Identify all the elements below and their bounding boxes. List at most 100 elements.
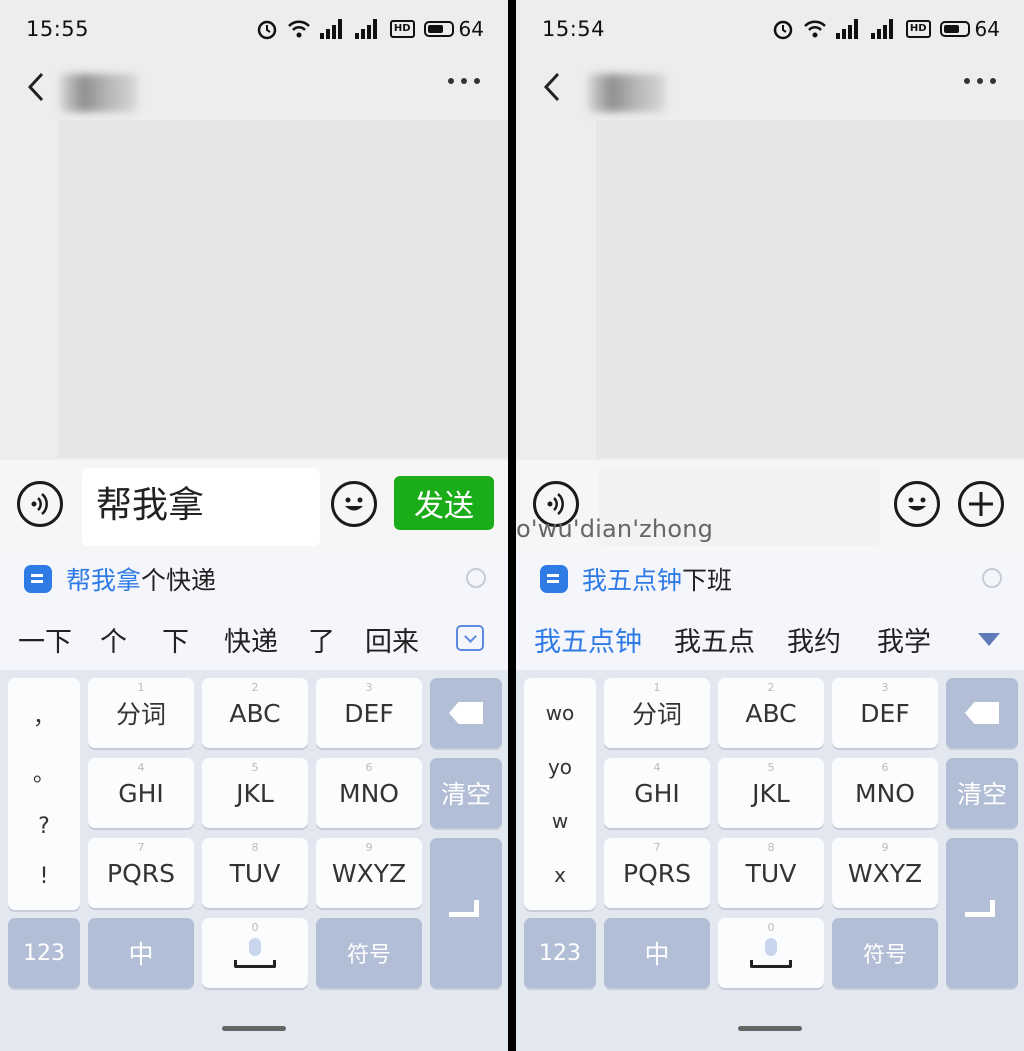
chat-title-bar bbox=[0, 58, 508, 118]
candidate-word[interactable]: 一下 bbox=[0, 620, 72, 659]
clear-key[interactable]: 清空 bbox=[946, 758, 1018, 828]
key-2[interactable]: 2 ABC bbox=[718, 678, 824, 748]
key-1[interactable]: 1 分词 bbox=[88, 678, 194, 748]
key-7[interactable]: 7 PQRS bbox=[604, 838, 710, 908]
t9-keyboard: ， 。 ? ! 1 分词 2 ABC 3 DEF 4 GHI 5 JKL 6 MNO 清空 … bbox=[0, 670, 508, 1051]
ai-suggestion-text[interactable]: 帮我拿个快递 bbox=[66, 561, 216, 597]
voice-input-button[interactable] bbox=[17, 481, 63, 527]
space-icon bbox=[750, 960, 792, 968]
left-phone-screen: 15:55 HD 64 帮我拿 发送 帮我拿个快递 一下 个 下 快递 了 回来… bbox=[0, 0, 508, 1051]
home-indicator[interactable] bbox=[738, 1026, 802, 1031]
numbers-key[interactable]: 123 bbox=[8, 918, 80, 988]
side-key[interactable]: 。 bbox=[33, 756, 55, 788]
clear-key[interactable]: 清空 bbox=[430, 758, 502, 828]
candidate-word[interactable]: 回来 bbox=[335, 620, 419, 659]
side-key[interactable]: w bbox=[552, 809, 568, 833]
language-switch-key[interactable]: 中 bbox=[88, 918, 194, 988]
ai-assistant-icon bbox=[540, 565, 568, 593]
candidate-word[interactable]: 我五点 bbox=[642, 620, 755, 659]
candidate-word[interactable]: 下 bbox=[127, 620, 189, 659]
enter-icon bbox=[449, 900, 483, 926]
message-input-row: o'wu'dian'zhong bbox=[516, 460, 1024, 550]
right-phone-screen: 15:54 HD 64 o'wu'dian'zhong 我五点钟下班 我五点钟 … bbox=[516, 0, 1024, 1051]
punctuation-column: ， 。 ? ! bbox=[8, 678, 80, 910]
message-input[interactable]: 帮我拿 bbox=[82, 468, 320, 546]
candidate-word[interactable]: 我五点钟 bbox=[516, 620, 642, 659]
key-3[interactable]: 3 DEF bbox=[316, 678, 422, 748]
space-icon bbox=[234, 960, 276, 968]
contact-name-blurred bbox=[60, 74, 138, 112]
enter-key[interactable] bbox=[946, 838, 1018, 988]
status-time: 15:55 bbox=[26, 17, 90, 41]
numbers-key[interactable]: 123 bbox=[524, 918, 596, 988]
backspace-icon bbox=[449, 702, 483, 724]
key-8[interactable]: 8 TUV bbox=[202, 838, 308, 908]
key-9[interactable]: 9 WXYZ bbox=[316, 838, 422, 908]
alarm-icon bbox=[257, 20, 277, 40]
chat-message-area bbox=[58, 120, 508, 458]
enter-key[interactable] bbox=[430, 838, 502, 988]
settings-icon[interactable] bbox=[466, 568, 486, 588]
backspace-key[interactable] bbox=[430, 678, 502, 748]
candidate-word[interactable]: 个 bbox=[72, 620, 127, 659]
message-input-row: 帮我拿 发送 bbox=[0, 460, 508, 550]
expand-candidates-icon[interactable] bbox=[978, 633, 1000, 646]
key-2[interactable]: 2 ABC bbox=[202, 678, 308, 748]
key-9[interactable]: 9 WXYZ bbox=[832, 838, 938, 908]
hd-icon: HD bbox=[389, 20, 415, 38]
space-key[interactable]: 0 bbox=[718, 918, 824, 988]
side-key[interactable]: ， bbox=[33, 699, 55, 731]
key-7[interactable]: 7 PQRS bbox=[88, 838, 194, 908]
language-switch-key[interactable]: 中 bbox=[604, 918, 710, 988]
status-bar: 15:54 HD 64 bbox=[516, 0, 1024, 58]
ai-suggestion-bar[interactable]: 我五点钟下班 bbox=[516, 550, 1024, 608]
key-1[interactable]: 1 分词 bbox=[604, 678, 710, 748]
candidate-word[interactable]: 了 bbox=[278, 620, 335, 659]
side-key[interactable]: yo bbox=[548, 755, 572, 779]
chat-message-area bbox=[596, 120, 1024, 458]
key-5[interactable]: 5 JKL bbox=[202, 758, 308, 828]
key-5[interactable]: 5 JKL bbox=[718, 758, 824, 828]
back-icon[interactable] bbox=[542, 72, 562, 102]
status-time: 15:54 bbox=[542, 17, 606, 41]
home-indicator[interactable] bbox=[222, 1026, 286, 1031]
space-key[interactable]: 0 bbox=[202, 918, 308, 988]
voice-icon bbox=[31, 493, 48, 515]
side-key[interactable]: ? bbox=[38, 814, 50, 839]
side-key[interactable]: ! bbox=[40, 864, 49, 889]
hd-icon: HD bbox=[905, 20, 931, 38]
symbols-key[interactable]: 符号 bbox=[316, 918, 422, 988]
candidate-word[interactable]: 我约 bbox=[755, 620, 841, 659]
back-icon[interactable] bbox=[26, 72, 46, 102]
signal-icon bbox=[319, 19, 346, 39]
key-3[interactable]: 3 DEF bbox=[832, 678, 938, 748]
contact-name-blurred bbox=[588, 74, 666, 112]
key-6[interactable]: 6 MNO bbox=[832, 758, 938, 828]
settings-icon[interactable] bbox=[982, 568, 1002, 588]
ai-suggestion-bar[interactable]: 帮我拿个快递 bbox=[0, 550, 508, 608]
key-6[interactable]: 6 MNO bbox=[316, 758, 422, 828]
key-8[interactable]: 8 TUV bbox=[718, 838, 824, 908]
emoji-button[interactable] bbox=[331, 481, 377, 527]
battery-level: 64 bbox=[458, 17, 484, 41]
candidate-word[interactable]: 快递 bbox=[189, 620, 278, 659]
send-button[interactable]: 发送 bbox=[394, 476, 494, 530]
key-4[interactable]: 4 GHI bbox=[88, 758, 194, 828]
wifi-icon bbox=[803, 20, 826, 38]
ai-suggestion-text[interactable]: 我五点钟下班 bbox=[582, 561, 732, 597]
symbols-key[interactable]: 符号 bbox=[832, 918, 938, 988]
attachment-button[interactable] bbox=[958, 481, 1004, 527]
more-icon[interactable] bbox=[964, 78, 996, 84]
enter-icon bbox=[965, 900, 999, 926]
plus-icon bbox=[969, 492, 993, 516]
backspace-key[interactable] bbox=[946, 678, 1018, 748]
alarm-icon bbox=[773, 20, 793, 40]
side-key[interactable]: wo bbox=[546, 701, 575, 725]
side-key[interactable]: x bbox=[554, 863, 566, 887]
expand-candidates-icon[interactable] bbox=[456, 625, 484, 651]
key-4[interactable]: 4 GHI bbox=[604, 758, 710, 828]
signal-icon bbox=[870, 19, 897, 39]
emoji-button[interactable] bbox=[894, 481, 940, 527]
more-icon[interactable] bbox=[448, 78, 480, 84]
candidate-word[interactable]: 我学 bbox=[841, 620, 931, 659]
